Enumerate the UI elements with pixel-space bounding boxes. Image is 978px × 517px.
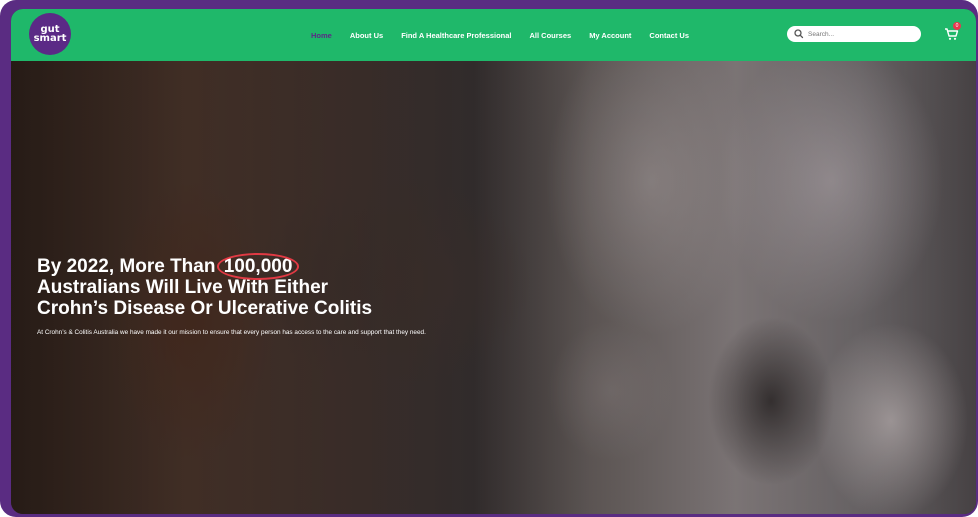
gutsmart-logo[interactable]: gut smart: [29, 13, 71, 55]
main-nav: Home About Us Find A Healthcare Professi…: [311, 9, 689, 61]
highlighted-statistic: 100,000: [216, 253, 300, 280]
site-header: gut smart Home About Us Find A Healthcar…: [11, 9, 976, 61]
hero-banner: By 2022, More Than 100,000 Australians W…: [11, 61, 976, 514]
nav-my-account[interactable]: My Account: [589, 31, 631, 40]
search-box[interactable]: [787, 26, 921, 42]
headline-prefix: By 2022, More Than: [37, 256, 221, 277]
nav-home[interactable]: Home: [311, 31, 332, 40]
device-frame: gut smart Home About Us Find A Healthcar…: [0, 0, 978, 517]
search-icon: [794, 29, 804, 39]
nav-contact-us[interactable]: Contact Us: [649, 31, 689, 40]
nav-about-us[interactable]: About Us: [350, 31, 383, 40]
hero-subtext: At Crohn’s & Colitis Australia we have m…: [37, 329, 426, 336]
headline-line-3: Crohn’s Disease Or Ulcerative Colitis: [37, 298, 373, 319]
headline-line-1: By 2022, More Than 100,000: [37, 253, 637, 280]
nav-all-courses[interactable]: All Courses: [530, 31, 572, 40]
headline-line-2: Australians Will Live With Either: [37, 277, 329, 298]
hero-headline: By 2022, More Than 100,000 Australians W…: [37, 253, 637, 319]
logo-text-line2: smart: [33, 33, 67, 44]
nav-find-healthcare-professional[interactable]: Find A Healthcare Professional: [401, 31, 511, 40]
cart-count-badge: 0: [953, 22, 961, 30]
hero-copy: By 2022, More Than 100,000 Australians W…: [37, 253, 637, 336]
search-input[interactable]: [806, 30, 910, 38]
browser-viewport: gut smart Home About Us Find A Healthcar…: [11, 9, 976, 514]
cart-button[interactable]: 0: [944, 22, 961, 42]
